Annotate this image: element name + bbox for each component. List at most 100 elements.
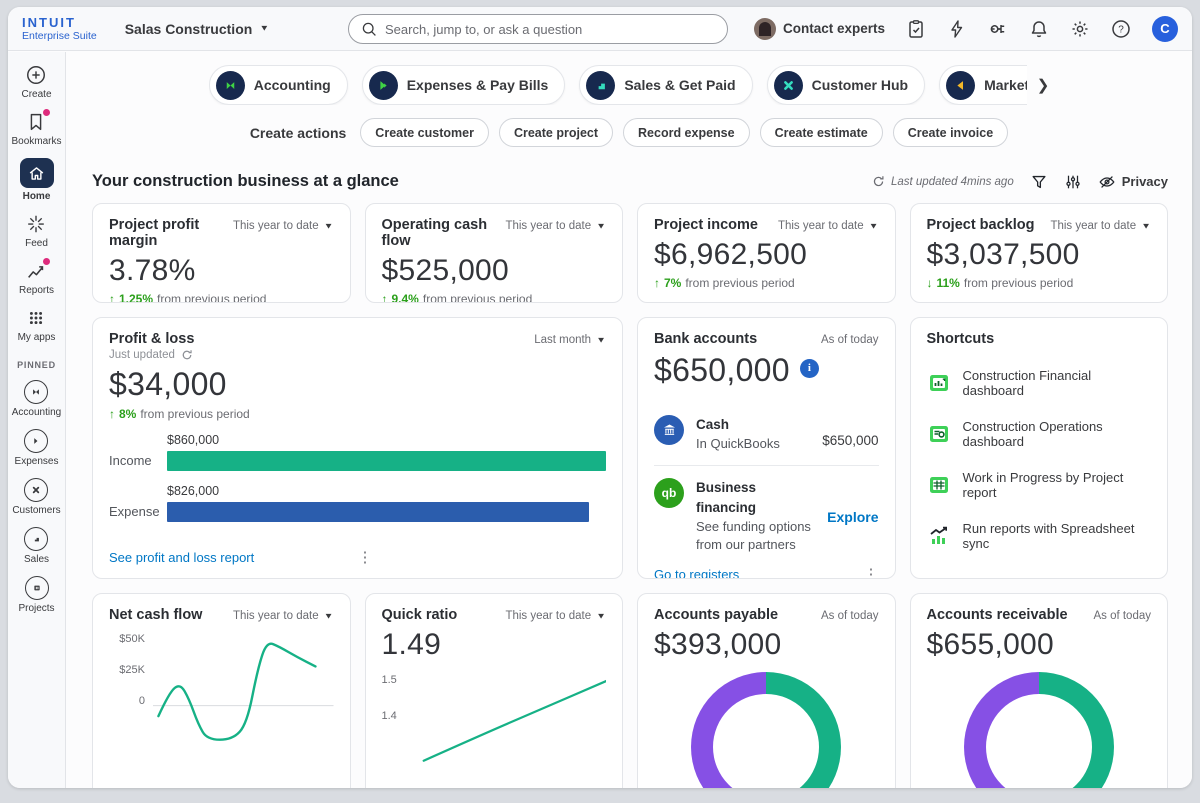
as-of-today-label: As of today bbox=[821, 334, 879, 346]
chevron-down-icon: ▼ bbox=[324, 222, 334, 231]
kpi-delta-pct: 11% bbox=[937, 276, 960, 290]
create-invoice-button[interactable]: Create invoice bbox=[893, 118, 1008, 147]
sidebar-item-bookmarks[interactable]: Bookmarks bbox=[11, 111, 61, 147]
shortcut-spreadsheet-sync[interactable]: Run reports with Spreadsheet sync bbox=[927, 521, 1152, 551]
line-path bbox=[423, 681, 606, 761]
marketing-module-icon bbox=[946, 71, 975, 100]
net-cash-flow-card: Net cash flow This year to date▼ $50K $2… bbox=[92, 593, 351, 788]
explore-link[interactable]: Explore bbox=[827, 509, 878, 525]
refresh-icon[interactable] bbox=[181, 349, 193, 361]
user-avatar[interactable]: C bbox=[1152, 16, 1178, 42]
period-dropdown[interactable]: This year to date▼ bbox=[505, 220, 606, 232]
expense-bar[interactable] bbox=[167, 502, 589, 522]
sidebar-item-feed[interactable]: Feed bbox=[25, 213, 48, 249]
nav-pill-customer-hub[interactable]: Customer Hub bbox=[767, 65, 925, 105]
nav-pill-accounting[interactable]: Accounting bbox=[209, 65, 348, 105]
customize-sliders-icon[interactable] bbox=[1064, 173, 1082, 191]
refresh-icon[interactable] bbox=[872, 175, 885, 188]
period-dropdown[interactable]: This year to date▼ bbox=[778, 220, 879, 232]
y-tick-1-4: 1.4 bbox=[382, 710, 397, 722]
chevron-down-icon: ▼ bbox=[869, 222, 879, 231]
automations-bolt-icon[interactable] bbox=[947, 19, 967, 39]
sidebar-pinned-customers[interactable]: Customers bbox=[12, 478, 60, 516]
create-actions-row: Create actions Create customer Create pr… bbox=[66, 118, 1192, 147]
projects-box-icon bbox=[25, 576, 49, 600]
net-cash-flow-chart: $50K $25K 0 bbox=[109, 631, 334, 741]
sidebar-pinned-expenses[interactable]: Expenses bbox=[15, 429, 59, 467]
y-tick-1-5: 1.5 bbox=[382, 674, 397, 686]
period-dropdown[interactable]: Last month▼ bbox=[534, 334, 606, 346]
accounts-receivable-donut[interactable] bbox=[964, 672, 1114, 788]
operations-dashboard-icon bbox=[927, 422, 951, 446]
shortcut-label: Construction Operations dashboard bbox=[963, 419, 1152, 449]
kebab-menu-icon[interactable]: ⋮ bbox=[358, 550, 373, 565]
help-icon[interactable]: ? bbox=[1111, 19, 1131, 39]
accounts-payable-donut[interactable] bbox=[691, 672, 841, 788]
nav-pill-label: Marketing bbox=[984, 77, 1027, 93]
nav-scroll-right-button[interactable]: ❯ bbox=[1037, 76, 1050, 94]
income-bar-row: Income $860,000 bbox=[109, 433, 606, 471]
sidebar-nav: Create Bookmarks Home Feed Reports bbox=[8, 52, 66, 788]
period-dropdown[interactable]: This year to date ▼ bbox=[505, 610, 606, 622]
shortcut-financial-dashboard[interactable]: Construction Financial dashboard bbox=[927, 368, 1152, 398]
nav-pill-sales[interactable]: Sales & Get Paid bbox=[579, 65, 752, 105]
nav-pill-expenses[interactable]: Expenses & Pay Bills bbox=[362, 65, 566, 105]
integrations-plug-icon[interactable] bbox=[988, 19, 1008, 39]
period-label: This year to date bbox=[505, 610, 591, 622]
period-dropdown[interactable]: This year to date▼ bbox=[233, 610, 334, 622]
sidebar-label: Bookmarks bbox=[11, 136, 61, 147]
chevron-down-icon: ▼ bbox=[596, 612, 606, 621]
filter-funnel-icon[interactable] bbox=[1030, 173, 1048, 191]
arrow-up-icon: ↑ bbox=[654, 276, 660, 290]
nav-pill-marketing[interactable]: Marketing bbox=[939, 65, 1027, 105]
financing-subtitle: See funding options from our partners bbox=[696, 518, 815, 556]
period-dropdown[interactable]: This year to date▼ bbox=[233, 220, 334, 232]
arrow-down-icon: ↓ bbox=[927, 276, 933, 290]
create-customer-button[interactable]: Create customer bbox=[360, 118, 489, 147]
sidebar-item-my-apps[interactable]: My apps bbox=[18, 307, 56, 343]
profit-loss-bar-chart: Income $860,000 Expense $826,000 bbox=[109, 433, 606, 522]
customers-clover-icon bbox=[24, 478, 48, 502]
income-bar[interactable] bbox=[167, 451, 606, 471]
period-label: This year to date bbox=[233, 610, 319, 622]
settings-gear-icon[interactable] bbox=[1070, 19, 1090, 39]
card-title: Profit & loss bbox=[109, 331, 194, 347]
profit-loss-report-link[interactable]: See profit and loss report bbox=[109, 550, 254, 565]
sidebar-pinned-projects[interactable]: Projects bbox=[18, 576, 54, 614]
info-icon[interactable]: i bbox=[800, 359, 819, 378]
sales-steps-icon bbox=[24, 527, 48, 551]
shortcut-wip-report[interactable]: Work in Progress by Project report bbox=[927, 470, 1152, 500]
kebab-menu-icon[interactable]: ⋮ bbox=[864, 567, 879, 579]
sidebar-pinned-sales[interactable]: Sales bbox=[24, 527, 49, 565]
shortcut-operations-dashboard[interactable]: Construction Operations dashboard bbox=[927, 419, 1152, 449]
dashboard-grid: Project profit margin This year to date▼… bbox=[92, 203, 1168, 788]
wip-report-icon bbox=[927, 473, 951, 497]
sidebar-item-home[interactable]: Home bbox=[20, 158, 54, 202]
create-project-button[interactable]: Create project bbox=[499, 118, 613, 147]
sidebar-item-reports[interactable]: Reports bbox=[19, 260, 54, 296]
plus-circle-icon bbox=[25, 64, 47, 86]
search-icon bbox=[361, 21, 377, 37]
notification-badge bbox=[43, 109, 50, 116]
notifications-bell-icon[interactable] bbox=[1029, 19, 1049, 39]
cash-account-row[interactable]: CashIn QuickBooks $650,000 bbox=[654, 403, 879, 465]
contact-experts-button[interactable]: Contact experts bbox=[754, 18, 885, 40]
sidebar-pinned-accounting[interactable]: Accounting bbox=[12, 380, 61, 418]
delta-pct: 8% bbox=[119, 407, 136, 421]
overview-tools: Last updated 4mins ago Privacy bbox=[872, 173, 1168, 191]
create-estimate-button[interactable]: Create estimate bbox=[760, 118, 883, 147]
eye-off-icon bbox=[1098, 173, 1116, 191]
tasks-clipboard-icon[interactable] bbox=[906, 19, 926, 39]
expense-label: Expense bbox=[109, 504, 167, 522]
sidebar-label: Accounting bbox=[12, 407, 61, 418]
period-dropdown[interactable]: This year to date▼ bbox=[1050, 220, 1151, 232]
privacy-toggle[interactable]: Privacy bbox=[1098, 173, 1168, 191]
company-selector[interactable]: Salas Construction ▼ bbox=[125, 21, 270, 37]
sidebar-item-create[interactable]: Create bbox=[21, 64, 51, 100]
go-to-registers-link[interactable]: Go to registers bbox=[654, 567, 739, 579]
search-input[interactable] bbox=[385, 22, 715, 37]
intuit-logo[interactable]: INTUIT Enterprise Suite bbox=[22, 16, 97, 42]
kpi-delta: ↑1.25%from previous period bbox=[109, 292, 334, 303]
bank-footer: Go to registers ⋮ bbox=[654, 567, 879, 579]
record-expense-button[interactable]: Record expense bbox=[623, 118, 750, 147]
